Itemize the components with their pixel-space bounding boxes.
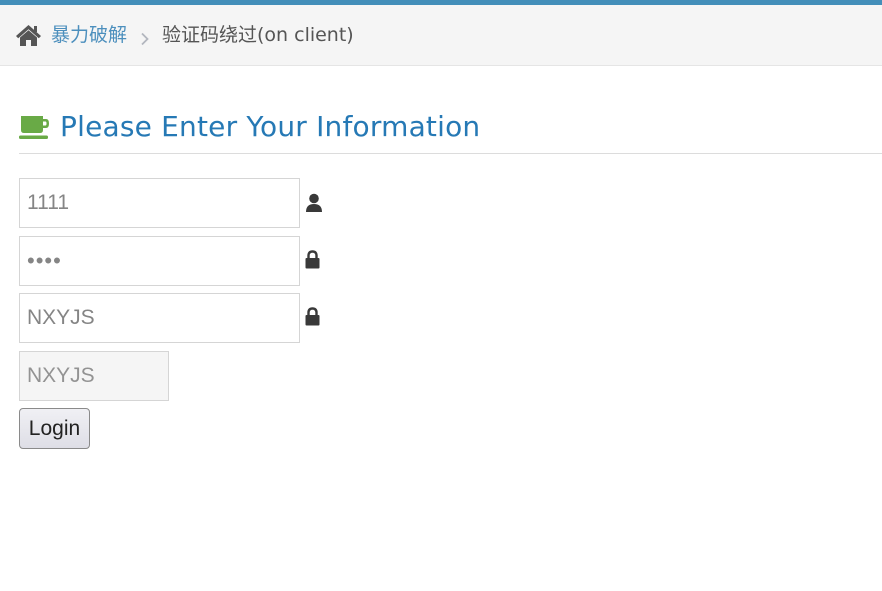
username-input[interactable] (19, 178, 300, 228)
captcha-input[interactable] (19, 293, 300, 343)
breadcrumb-link-brute-force[interactable]: 暴力破解 (51, 23, 127, 47)
breadcrumb: 暴力破解 验证码绕过(on client) (0, 5, 882, 66)
page-header: Please Enter Your Information (19, 104, 882, 154)
breadcrumb-current: 验证码绕过(on client) (162, 24, 354, 46)
coffee-icon (19, 115, 50, 140)
login-button[interactable]: Login (19, 408, 90, 449)
password-input[interactable] (19, 236, 300, 286)
page-title: Please Enter Your Information (60, 110, 481, 143)
captcha-code-display (19, 351, 169, 401)
lock-icon (305, 250, 320, 273)
home-icon[interactable] (15, 23, 42, 47)
chevron-right-icon (140, 31, 150, 46)
user-icon (305, 193, 323, 217)
lock-icon (305, 307, 320, 330)
